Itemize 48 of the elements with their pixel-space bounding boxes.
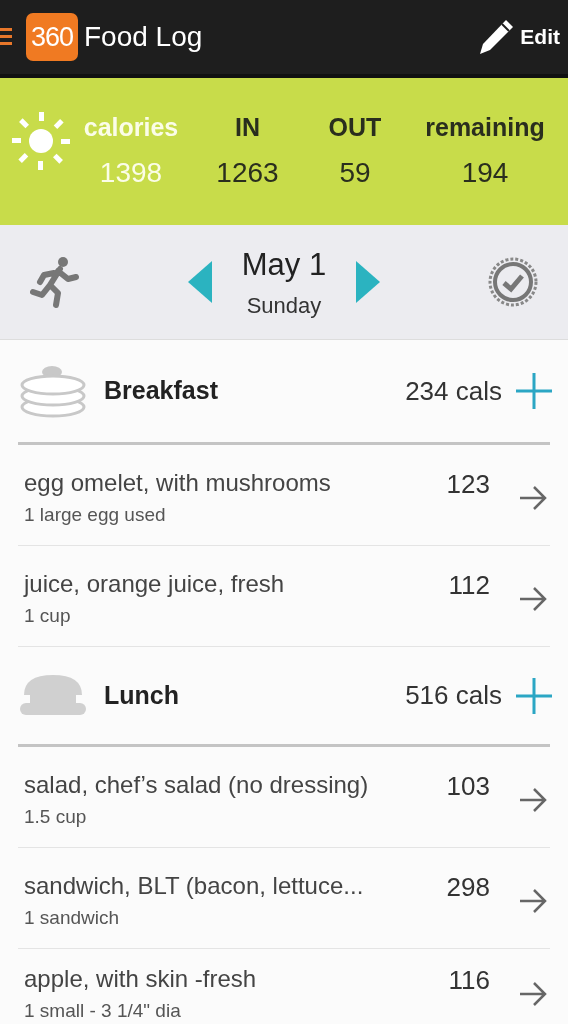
pancake-stack-icon (18, 363, 88, 419)
food-calories: 123 (446, 468, 490, 501)
date-text: May 1 (241, 246, 327, 285)
food-row[interactable]: apple, with skin -fresh 1 small - 3 1/4" dia 116 (18, 949, 550, 1024)
food-name: juice, orange juice, fresh (24, 569, 286, 599)
meal-calories: 516 cals (405, 679, 502, 712)
food-portion: 1 cup (24, 604, 72, 628)
food-calories: 112 (448, 569, 490, 602)
food-calories: 116 (448, 964, 490, 997)
add-icon[interactable] (514, 371, 554, 411)
food-calories: 103 (446, 770, 490, 803)
food-name: egg omelet, with mushrooms (24, 468, 332, 498)
food-name: sandwich, BLT (bacon, lettuce... (24, 871, 365, 901)
arrow-right-icon[interactable] (518, 485, 548, 511)
check-badge-icon[interactable] (488, 257, 538, 307)
add-icon[interactable] (514, 675, 554, 716)
app-logo: 360 (26, 13, 78, 61)
stat-value: 59 (339, 156, 371, 191)
food-name: salad, chef’s salad (no dressing) (24, 770, 370, 800)
arrow-right-icon[interactable] (518, 586, 548, 612)
stat-label: OUT (328, 111, 382, 143)
arrow-right-icon[interactable] (518, 888, 548, 914)
food-row[interactable]: egg omelet, with mushrooms 1 large egg used 123 (18, 445, 550, 546)
screen-title: Food Log (84, 20, 203, 54)
arrow-right-icon[interactable] (518, 981, 548, 1007)
food-portion: 1 large egg used (24, 503, 167, 527)
food-calories: 298 (446, 871, 490, 904)
running-figure-icon[interactable] (30, 255, 80, 309)
stat-label: calories (83, 111, 179, 143)
food-name: apple, with skin -fresh (24, 964, 258, 994)
stat-label: remaining (425, 111, 545, 143)
sun-icon (10, 109, 72, 172)
food-portion: 1 small - 3 1/4" dia (24, 999, 182, 1023)
food-row[interactable]: sandwich, BLT (bacon, lettuce... 1 sandwich 298 (18, 848, 550, 949)
stat-value: 194 (461, 156, 509, 191)
food-row[interactable]: salad, chef’s salad (no dressing) 1.5 cup 103 (18, 747, 550, 848)
food-portion: 1.5 cup (24, 805, 88, 829)
meal-title: Lunch (104, 679, 179, 711)
stat-label: IN (235, 111, 260, 143)
weekday-text: Sunday (246, 291, 322, 320)
food-portion: 1 sandwich (24, 906, 121, 930)
arrow-right-icon[interactable] (518, 787, 548, 813)
stat-value: 1398 (99, 156, 163, 191)
meal-title: Breakfast (104, 375, 218, 407)
food-row[interactable]: juice, orange juice, fresh 1 cup 112 (18, 546, 550, 647)
meal-calories: 234 cals (405, 374, 502, 408)
edit-button[interactable]: Edit (476, 17, 560, 57)
stat-value: 1263 (216, 156, 279, 191)
